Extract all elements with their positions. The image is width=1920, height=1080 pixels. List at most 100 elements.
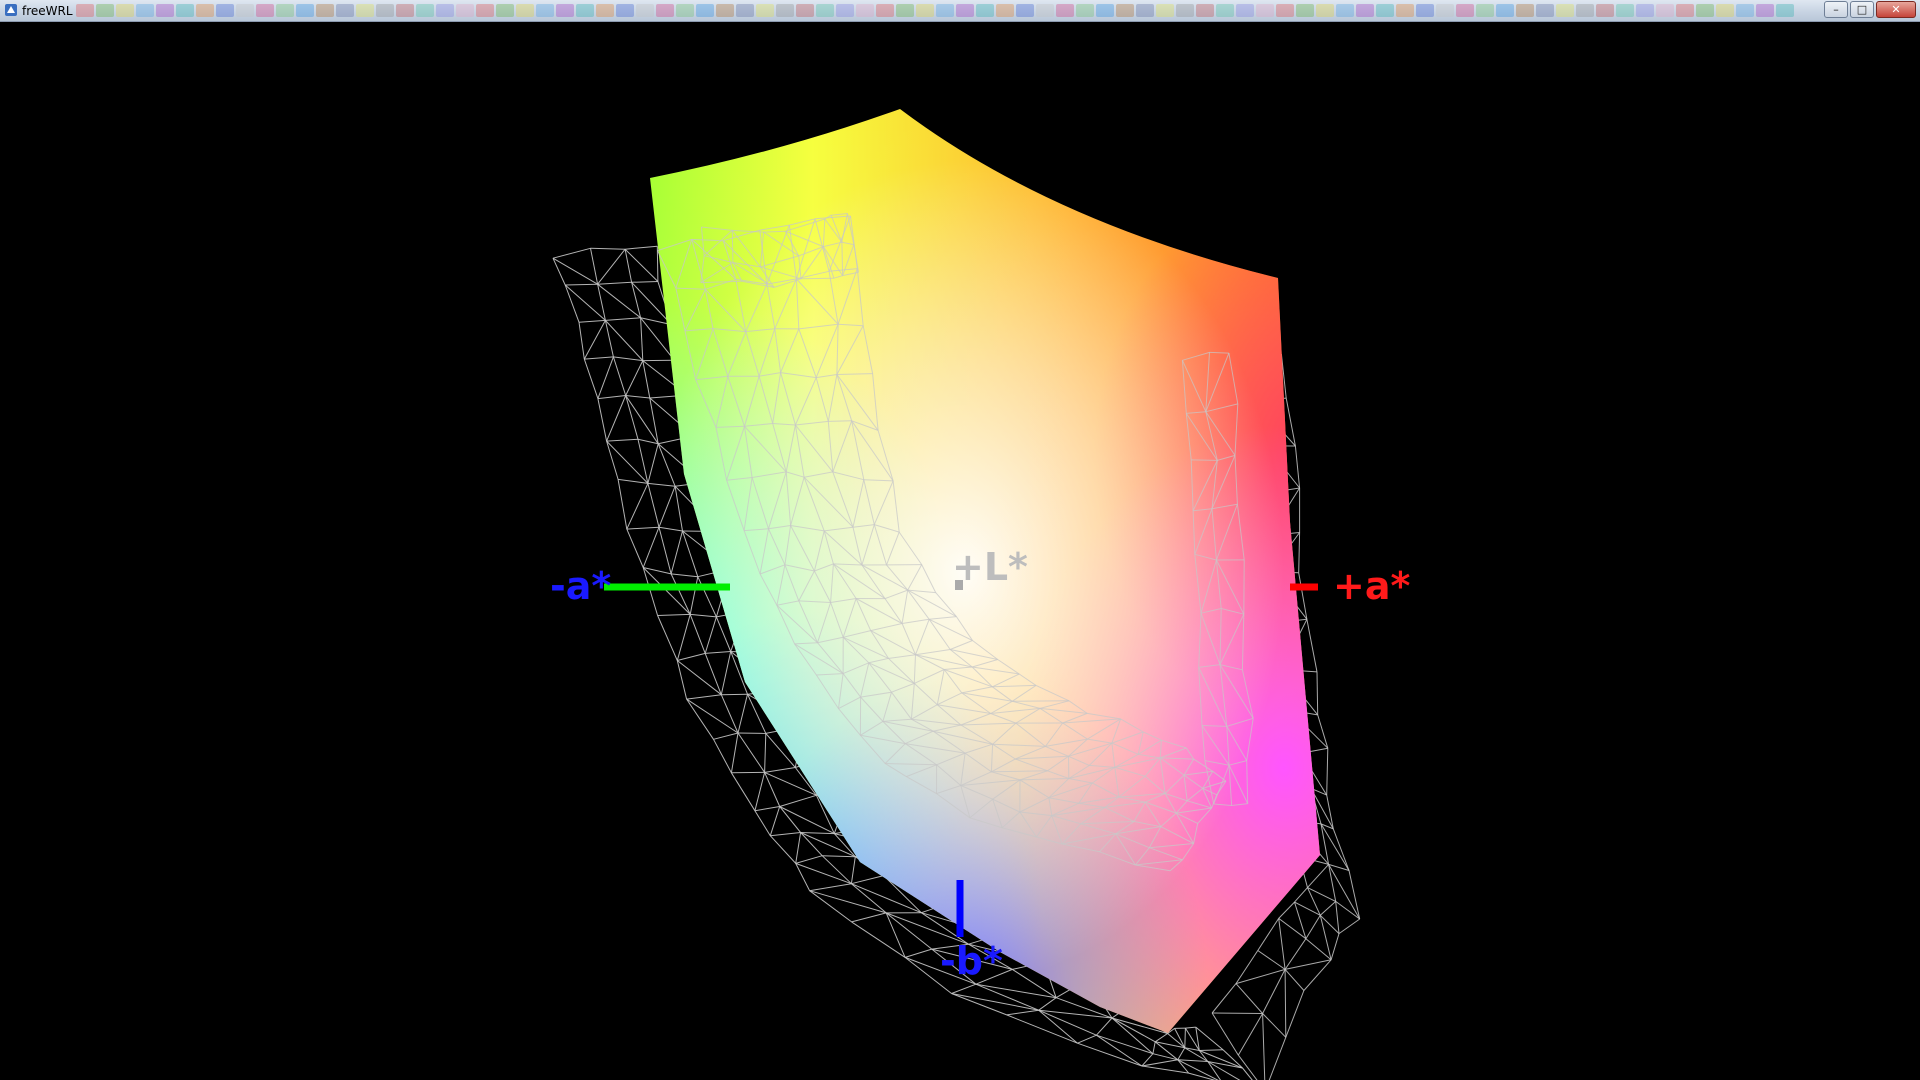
wireframe-edge bbox=[1319, 915, 1332, 960]
wireframe-edge bbox=[1319, 914, 1340, 934]
wireframe-edge bbox=[626, 528, 644, 568]
wireframe-edge bbox=[677, 652, 706, 661]
taskbar-thumbnail bbox=[1376, 4, 1394, 17]
taskbar-thumbnail bbox=[1636, 4, 1654, 17]
wireframe-edge bbox=[885, 912, 933, 950]
taskbar-thumbnail bbox=[196, 4, 214, 17]
wireframe-edge bbox=[625, 395, 650, 399]
minimize-button[interactable]: – bbox=[1824, 1, 1848, 18]
wireframe-edge bbox=[1285, 990, 1305, 1038]
wireframe-edge bbox=[764, 772, 781, 807]
taskbar-thumbnail bbox=[676, 4, 694, 17]
taskbar-thumbnail bbox=[356, 4, 374, 17]
taskbar-thumbnail bbox=[1776, 4, 1794, 17]
wireframe-edge bbox=[597, 281, 632, 285]
taskbar-thumbnail bbox=[1676, 4, 1694, 17]
taskbar-thumbnail bbox=[576, 4, 594, 17]
wireframe-edge bbox=[1077, 1034, 1097, 1044]
taskbar-thumbnail bbox=[296, 4, 314, 17]
3d-viewport[interactable]: +L* -a* +a* -b* bbox=[0, 22, 1920, 1080]
wireframe-edge bbox=[1294, 887, 1308, 903]
taskbar-thumbnail bbox=[1056, 4, 1074, 17]
wireframe-edge bbox=[1307, 864, 1329, 888]
wireframe-edge bbox=[583, 320, 606, 360]
taskbar-thumbnail bbox=[176, 4, 194, 17]
wireframe-edge bbox=[590, 248, 599, 285]
wireframe-edge bbox=[1330, 933, 1340, 960]
taskbar-thumbnail bbox=[1576, 4, 1594, 17]
wireframe-edge bbox=[625, 360, 644, 396]
maximize-button[interactable]: □ bbox=[1850, 1, 1874, 18]
wireframe-edge bbox=[671, 573, 698, 578]
taskbar-thumbnail bbox=[1736, 4, 1754, 17]
window-title: freeWRL bbox=[22, 4, 73, 18]
taskbar-thumbnail bbox=[1296, 4, 1314, 17]
wireframe-edge bbox=[1212, 1012, 1263, 1014]
wireframe-edge bbox=[590, 247, 626, 250]
taskbar-thumbnail bbox=[736, 4, 754, 17]
wireframe-edge bbox=[1174, 1028, 1186, 1049]
wireframe-edge bbox=[1307, 887, 1321, 916]
window-titlebar[interactable]: freeWRL – □ ✕ bbox=[0, 0, 1920, 22]
taskbar-thumbnail bbox=[1716, 4, 1734, 17]
wireframe-edge bbox=[643, 567, 672, 575]
taskbar-thumbnail bbox=[1276, 4, 1294, 17]
wireframe-edge bbox=[583, 358, 599, 399]
wireframe-edge bbox=[809, 890, 852, 923]
taskbar-thumbnail bbox=[716, 4, 734, 17]
taskbar-thumbnail bbox=[1696, 4, 1714, 17]
wireframe-edge bbox=[1096, 1017, 1113, 1036]
taskbar-thumbnail bbox=[856, 4, 874, 17]
wireframe-edge bbox=[1278, 917, 1307, 940]
taskbar-thumbnail bbox=[1396, 4, 1414, 17]
taskbar-thumbnail bbox=[1096, 4, 1114, 17]
taskbar-thumbnail bbox=[916, 4, 934, 17]
taskbar-thumbnail bbox=[996, 4, 1014, 17]
wireframe-edge bbox=[764, 767, 796, 773]
wireframe-edge bbox=[731, 230, 734, 263]
taskbar-thumbnail bbox=[1656, 4, 1674, 17]
wireframe-edge bbox=[657, 613, 691, 616]
taskbar-thumbnail bbox=[1116, 4, 1134, 17]
wireframe-edge bbox=[769, 835, 797, 864]
wireframe-edge bbox=[625, 245, 658, 250]
wireframe-edge bbox=[770, 832, 801, 837]
wireframe-edge bbox=[658, 527, 672, 575]
wireframe-edge bbox=[1237, 1013, 1264, 1056]
wireframe-edge bbox=[1006, 1009, 1039, 1016]
wireframe-edge bbox=[1195, 1026, 1224, 1051]
wireframe-edge bbox=[754, 772, 766, 811]
wireframe-edge bbox=[606, 438, 639, 442]
wireframe-edge bbox=[1211, 1012, 1239, 1056]
wireframe-edge bbox=[597, 356, 614, 399]
wireframe-edge bbox=[769, 806, 781, 836]
taskbar-thumbnail bbox=[656, 4, 674, 17]
close-button[interactable]: ✕ bbox=[1876, 1, 1916, 18]
freewrl-app-icon bbox=[5, 4, 17, 16]
taskbar-thumbnail bbox=[836, 4, 854, 17]
taskbar-thumbnail bbox=[1316, 4, 1334, 17]
wireframe-edge bbox=[795, 855, 823, 864]
wireframe-edge bbox=[951, 993, 1007, 1016]
wireframe-edge bbox=[647, 482, 676, 487]
taskbar-thumbnail bbox=[236, 4, 254, 17]
wireframe-edge bbox=[658, 526, 683, 532]
taskbar-thumbnail bbox=[1496, 4, 1514, 17]
wireframe-edge bbox=[657, 615, 678, 661]
wireframe-edge bbox=[1335, 901, 1340, 934]
wireframe-edge bbox=[597, 395, 626, 400]
gamut-3d-scene[interactable]: +L* -a* +a* -b* bbox=[0, 22, 1920, 1080]
wireframe-edge bbox=[713, 732, 739, 740]
wireframe-edge bbox=[1235, 983, 1263, 1014]
taskbar-thumbnail bbox=[1216, 4, 1234, 17]
wireframe-edge bbox=[1316, 671, 1319, 715]
taskbar-thumbnail bbox=[1616, 4, 1634, 17]
taskbar-thumbnail bbox=[556, 4, 574, 17]
minus-a-axis-label: -a* bbox=[550, 564, 611, 608]
wireframe-edge bbox=[1141, 1065, 1189, 1074]
wireframe-edge bbox=[578, 322, 585, 360]
wireframe-edge bbox=[713, 739, 732, 774]
taskbar-thumbnail bbox=[436, 4, 454, 17]
wireframe-edge bbox=[697, 576, 717, 618]
wireframe-edge bbox=[657, 443, 676, 487]
